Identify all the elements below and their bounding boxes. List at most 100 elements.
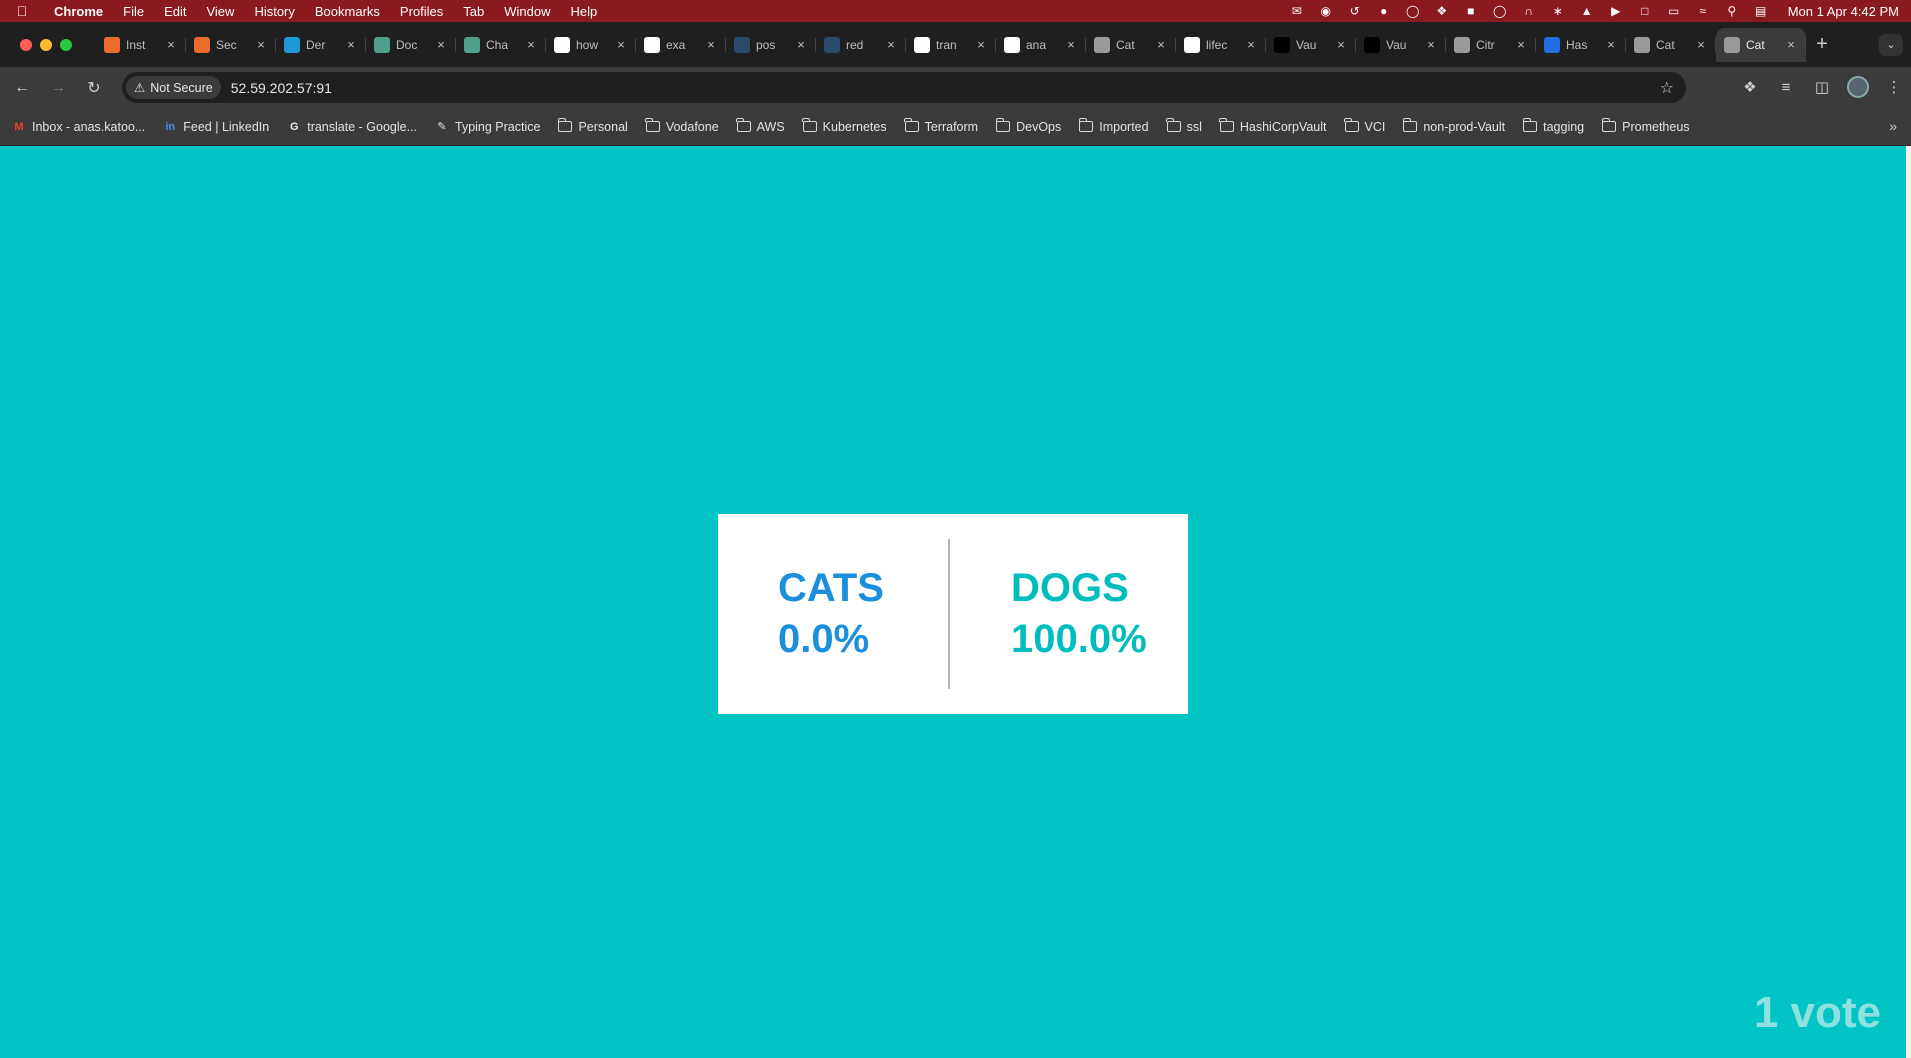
more-menu-icon[interactable]: ⋮: [1883, 73, 1905, 101]
person-icon[interactable]: ▲: [1579, 4, 1595, 18]
bookmark-star-icon[interactable]: ☆: [1660, 78, 1674, 98]
tab-close-icon[interactable]: ×: [254, 37, 268, 52]
url-text[interactable]: 52.59.202.57:91: [231, 80, 332, 96]
tab-close-icon[interactable]: ×: [614, 37, 628, 52]
browser-tab[interactable]: Doc ×: [366, 28, 456, 62]
tab-close-icon[interactable]: ×: [1604, 37, 1618, 52]
browser-tab[interactable]: Vau ×: [1266, 28, 1356, 62]
bookmark-item[interactable]: HashiCorpVault: [1219, 118, 1327, 134]
menu-window[interactable]: Window: [494, 4, 560, 19]
new-tab-button[interactable]: +: [1806, 33, 1838, 56]
browser-tab[interactable]: Cat ×: [1626, 28, 1716, 62]
menu-tab[interactable]: Tab: [453, 4, 494, 19]
menu-view[interactable]: View: [196, 4, 244, 19]
bookmark-item[interactable]: tagging: [1522, 118, 1584, 134]
bookmark-item[interactable]: M Inbox - anas.katoo...: [12, 120, 145, 134]
airpods-icon[interactable]: ∩: [1521, 4, 1537, 18]
globe-icon[interactable]: ◯: [1492, 4, 1508, 18]
browser-tab[interactable]: tran ×: [906, 28, 996, 62]
browser-tab[interactable]: exa ×: [636, 28, 726, 62]
reading-list-icon[interactable]: ≡: [1775, 73, 1797, 101]
menu-app-chrome[interactable]: Chrome: [44, 4, 113, 19]
profile-avatar[interactable]: [1847, 76, 1869, 98]
menu-edit[interactable]: Edit: [154, 4, 196, 19]
menu-profiles[interactable]: Profiles: [390, 4, 453, 19]
close-window-button[interactable]: [20, 38, 32, 51]
zoom-window-button[interactable]: [60, 38, 72, 51]
opera-icon[interactable]: ●: [1376, 4, 1392, 18]
spiral-icon[interactable]: ↺: [1347, 4, 1363, 18]
browser-tab[interactable]: how ×: [546, 28, 636, 62]
tab-close-icon[interactable]: ×: [1244, 37, 1258, 52]
bookmark-item[interactable]: VCI: [1344, 118, 1385, 134]
menu-help[interactable]: Help: [561, 4, 608, 19]
address-bar[interactable]: ⚠ Not Secure 52.59.202.57:91 ☆: [122, 72, 1686, 103]
extensions-puzzle-icon[interactable]: ❖: [1739, 73, 1761, 101]
tab-close-icon[interactable]: ×: [1694, 37, 1708, 52]
browser-tab[interactable]: Cat ×: [1086, 28, 1176, 62]
bluetooth-icon[interactable]: ∗: [1550, 4, 1566, 18]
browser-tab[interactable]: Der ×: [276, 28, 366, 62]
browser-tab[interactable]: red ×: [816, 28, 906, 62]
tab-close-icon[interactable]: ×: [794, 37, 808, 52]
page-scrollbar[interactable]: [1906, 146, 1911, 1058]
spotlight-search-icon[interactable]: ⚲: [1724, 4, 1740, 18]
bookmark-item[interactable]: ✎ Typing Practice: [435, 120, 540, 134]
browser-tab[interactable]: Citr ×: [1446, 28, 1536, 62]
browser-tab[interactable]: Cha ×: [456, 28, 546, 62]
browser-tab[interactable]: lifec ×: [1176, 28, 1266, 62]
bookmark-item[interactable]: Vodafone: [645, 118, 719, 134]
browser-tab[interactable]: pos ×: [726, 28, 816, 62]
menu-history[interactable]: History: [244, 4, 304, 19]
reload-icon[interactable]: ↻: [80, 74, 108, 102]
bookmark-item[interactable]: DevOps: [995, 118, 1061, 134]
menu-file[interactable]: File: [113, 4, 154, 19]
play-icon[interactable]: ▶: [1608, 4, 1624, 18]
tab-close-icon[interactable]: ×: [1154, 37, 1168, 52]
browser-tab[interactable]: Inst ×: [96, 28, 186, 62]
tab-close-icon[interactable]: ×: [974, 37, 988, 52]
keyboard-input-icon[interactable]: □: [1637, 4, 1653, 18]
bookmark-item[interactable]: non-prod-Vault: [1402, 118, 1505, 134]
menu-bookmarks[interactable]: Bookmarks: [305, 4, 390, 19]
bookmarks-overflow-chevron-icon[interactable]: »: [1889, 118, 1897, 134]
outlook-icon[interactable]: ✉: [1289, 4, 1305, 18]
tab-search-icon[interactable]: ⌄: [1879, 34, 1903, 56]
bookmark-item[interactable]: Gtranslate - Google...: [287, 120, 417, 134]
tab-close-icon[interactable]: ×: [164, 37, 178, 52]
bookmark-item[interactable]: Kubernetes: [802, 118, 887, 134]
f-app-icon[interactable]: ■: [1463, 4, 1479, 18]
tab-close-icon[interactable]: ×: [344, 37, 358, 52]
menu-bar-clock[interactable]: Mon 1 Apr 4:42 PM: [1788, 4, 1899, 19]
browser-tab[interactable]: Has ×: [1536, 28, 1626, 62]
bookmark-item[interactable]: AWS: [736, 118, 785, 134]
bookmark-item[interactable]: in Feed | LinkedIn: [163, 120, 269, 134]
bookmark-item[interactable]: ssl: [1166, 118, 1202, 134]
browser-tab[interactable]: Vau ×: [1356, 28, 1446, 62]
tab-close-icon[interactable]: ×: [1514, 37, 1528, 52]
control-center-icon[interactable]: ▤: [1753, 4, 1769, 18]
tab-close-icon[interactable]: ×: [704, 37, 718, 52]
forward-arrow-icon[interactable]: →: [44, 74, 72, 102]
tab-close-icon[interactable]: ×: [1424, 37, 1438, 52]
grammarly-icon[interactable]: ◯: [1405, 4, 1421, 18]
browser-tab[interactable]: Cat ×: [1716, 27, 1806, 62]
browser-tab[interactable]: ana ×: [996, 28, 1086, 62]
tab-close-icon[interactable]: ×: [1064, 37, 1078, 52]
tab-close-icon[interactable]: ×: [434, 37, 448, 52]
wifi-icon[interactable]: ≈: [1695, 4, 1711, 18]
glasses-icon[interactable]: ◉: [1318, 4, 1334, 18]
tab-close-icon[interactable]: ×: [884, 37, 898, 52]
bookmark-item[interactable]: Imported: [1078, 118, 1149, 134]
tab-close-icon[interactable]: ×: [1334, 37, 1348, 52]
tab-close-icon[interactable]: ×: [1784, 37, 1798, 52]
back-arrow-icon[interactable]: ←: [8, 74, 36, 102]
battery-icon[interactable]: ▭: [1666, 4, 1682, 18]
side-panel-icon[interactable]: ◫: [1811, 73, 1833, 101]
browser-tab[interactable]: Sec ×: [186, 28, 276, 62]
minimize-window-button[interactable]: [40, 38, 52, 51]
puzzle-icon[interactable]: ❖: [1434, 4, 1450, 18]
apple-menu-icon[interactable]: : [0, 3, 44, 19]
bookmark-item[interactable]: Terraform: [904, 118, 978, 134]
security-indicator[interactable]: ⚠ Not Secure: [126, 76, 221, 99]
